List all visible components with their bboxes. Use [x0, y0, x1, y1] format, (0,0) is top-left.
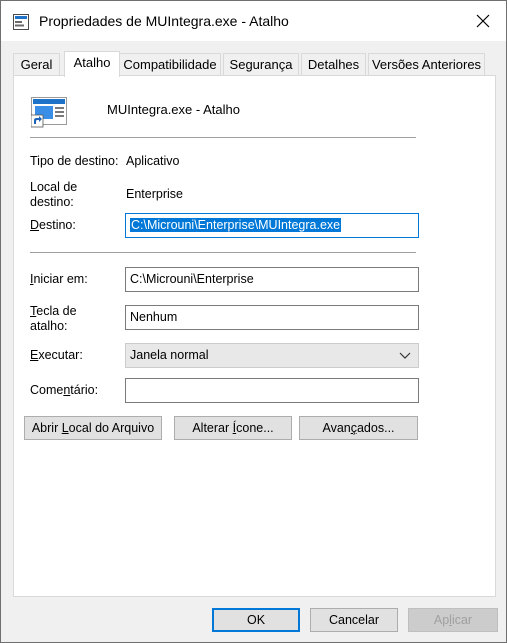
tab-atalho[interactable]: Atalho	[64, 51, 120, 77]
shortcut-key-value: Nenhum	[130, 310, 178, 324]
start-in-input[interactable]: C:\Microuni\Enterprise	[125, 267, 419, 292]
change-icon-button[interactable]: Alterar Ícone...	[174, 416, 292, 440]
comment-input[interactable]	[125, 378, 419, 403]
application-shortcut-icon	[31, 97, 67, 128]
target-label: Destino:	[30, 218, 76, 232]
separator	[30, 252, 416, 253]
target-location-value: Enterprise	[126, 187, 183, 201]
start-in-label: Iniciar em:	[30, 272, 88, 286]
apply-button[interactable]: Aplicar	[408, 608, 498, 632]
title-bar[interactable]: Propriedades de MUIntegra.exe - Atalho	[1, 1, 506, 41]
window-title: Propriedades de MUIntegra.exe - Atalho	[39, 13, 289, 29]
target-type-label: Tipo de destino:	[30, 154, 119, 168]
tab-geral[interactable]: Geral	[13, 53, 60, 75]
advanced-button[interactable]: Avançados...	[299, 416, 418, 440]
target-input-value: C:\Microuni\Enterprise\MUIntegra.exe	[130, 218, 342, 232]
properties-dialog: Propriedades de MUIntegra.exe - Atalho G…	[0, 0, 507, 643]
tab-seguranca[interactable]: Segurança	[223, 53, 299, 75]
comment-label: Comentário:	[30, 383, 99, 397]
shortcut-name: MUIntegra.exe - Atalho	[107, 102, 240, 117]
close-button[interactable]	[460, 1, 506, 41]
close-icon	[476, 14, 490, 28]
shortcut-properties-icon	[13, 14, 29, 30]
separator	[30, 137, 416, 138]
target-input[interactable]: C:\Microuni\Enterprise\MUIntegra.exe	[125, 213, 419, 238]
tab-versoes-anteriores[interactable]: Versões Anteriores	[368, 53, 485, 75]
run-label: Executar:	[30, 348, 83, 362]
target-location-label: Local de destino:	[30, 180, 78, 209]
target-type-value: Aplicativo	[126, 154, 180, 168]
ok-button[interactable]: OK	[212, 608, 300, 632]
shortcut-key-input[interactable]: Nenhum	[125, 305, 419, 330]
start-in-value: C:\Microuni\Enterprise	[130, 272, 254, 286]
tab-compatibilidade[interactable]: Compatibilidade	[119, 53, 221, 75]
chevron-down-icon	[399, 352, 411, 359]
tab-detalhes[interactable]: Detalhes	[301, 53, 366, 75]
shortcut-key-label: Tecla de atalho:	[30, 304, 77, 333]
run-dropdown-value: Janela normal	[130, 348, 209, 362]
run-dropdown[interactable]: Janela normal	[125, 343, 419, 368]
cancel-button[interactable]: Cancelar	[310, 608, 398, 632]
open-file-location-button[interactable]: Abrir Local do Arquivo	[24, 416, 162, 440]
